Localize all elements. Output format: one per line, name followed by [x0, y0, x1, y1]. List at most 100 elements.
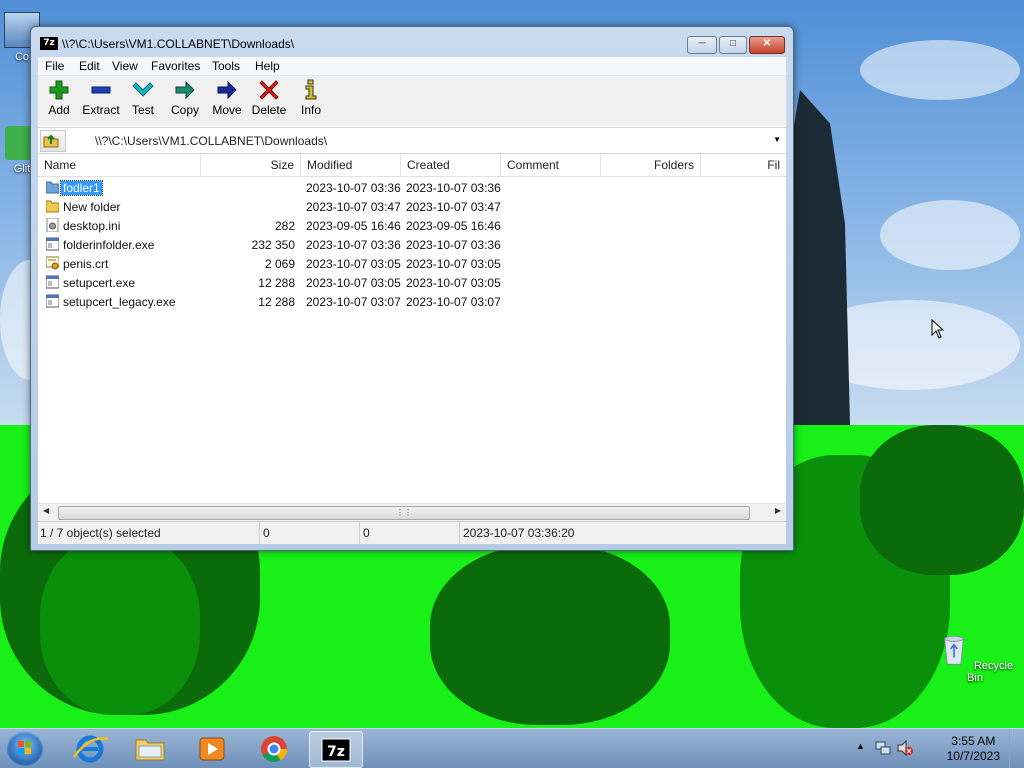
- file-row[interactable]: setupcert_legacy.exe 12 288 2023-10-07 0…: [38, 292, 786, 311]
- window-title: \\?\C:\Users\VM1.COLLABNET\Downloads\: [62, 37, 295, 51]
- 7zip-logo-icon: 7z: [40, 37, 58, 50]
- file-created: 2023-10-07 03:05: [406, 257, 501, 271]
- horizontal-scrollbar[interactable]: ◀ ⋮⋮ ▶: [38, 503, 786, 521]
- show-desktop-button[interactable]: [1009, 729, 1024, 768]
- file-size: 282: [274, 219, 295, 233]
- start-button[interactable]: [6, 731, 44, 767]
- taskbar-7zip[interactable]: 7z: [309, 731, 363, 768]
- file-modified: 2023-10-07 03:07: [306, 295, 401, 309]
- menu-edit[interactable]: Edit: [79, 59, 100, 73]
- status-packed: 0: [360, 522, 460, 544]
- column-files[interactable]: Fil: [701, 154, 786, 176]
- file-name: desktop.ini: [63, 219, 121, 233]
- folder-icon: [46, 200, 59, 213]
- column-modified[interactable]: Modified: [301, 154, 401, 176]
- minimize-button[interactable]: ─: [687, 36, 717, 54]
- toolbar: Add Extract Test Copy Move Delete Info: [38, 76, 786, 126]
- file-list: fodler1 2023-10-07 03:36 2023-10-07 03:3…: [38, 178, 786, 311]
- file-size: 12 288: [258, 276, 295, 290]
- mouse-cursor-icon: [931, 319, 944, 339]
- settings-file-icon: [46, 218, 59, 232]
- plus-icon: [49, 80, 69, 100]
- info-label: Info: [300, 103, 321, 117]
- arrow-right-icon: [175, 80, 195, 100]
- test-label: Test: [131, 103, 154, 117]
- file-row[interactable]: desktop.ini 282 2023-09-05 16:46 2023-09…: [38, 216, 786, 235]
- delete-label: Delete: [251, 103, 287, 117]
- taskbar-media-player[interactable]: [186, 731, 238, 766]
- taskbar-file-explorer[interactable]: [124, 731, 176, 766]
- taskbar-internet-explorer[interactable]: [64, 731, 116, 766]
- network-icon[interactable]: [874, 739, 892, 757]
- file-name: folderinfolder.exe: [63, 238, 155, 252]
- address-bar[interactable]: \\?\C:\Users\VM1.COLLABNET\Downloads\ ▼: [38, 127, 786, 154]
- file-modified: 2023-10-07 03:36: [306, 238, 401, 252]
- file-name: New folder: [63, 200, 121, 214]
- list-header: Name Size Modified Created Comment Folde…: [38, 154, 786, 177]
- add-button[interactable]: Add: [36, 79, 82, 117]
- title-bar[interactable]: 7z \\?\C:\Users\VM1.COLLABNET\Downloads\…: [31, 27, 793, 57]
- column-created[interactable]: Created: [401, 154, 501, 176]
- scroll-thumb[interactable]: ⋮⋮: [58, 506, 750, 520]
- file-created: 2023-10-07 03:47: [406, 200, 501, 214]
- desktop-icon-label: Glit: [13, 163, 31, 175]
- copy-button[interactable]: Copy: [162, 79, 208, 117]
- penguin-shape: [860, 425, 1024, 575]
- file-row[interactable]: New folder 2023-10-07 03:47 2023-10-07 0…: [38, 197, 786, 216]
- info-icon: [305, 79, 317, 100]
- show-hidden-icons-icon[interactable]: ▲: [856, 741, 865, 751]
- file-row[interactable]: fodler1 2023-10-07 03:36 2023-10-07 03:3…: [38, 178, 786, 197]
- file-size: 12 288: [258, 295, 295, 309]
- executable-icon: [46, 294, 59, 308]
- folder-icon: [135, 739, 165, 761]
- info-button[interactable]: Info: [288, 79, 334, 117]
- svg-text:7z: 7z: [327, 744, 345, 760]
- executable-icon: [46, 275, 59, 289]
- scroll-right-icon[interactable]: ▶: [775, 506, 781, 515]
- cloud: [860, 40, 1020, 100]
- column-size[interactable]: Size: [201, 154, 301, 176]
- menu-tools[interactable]: Tools: [212, 59, 240, 73]
- scroll-left-icon[interactable]: ◀: [43, 506, 49, 515]
- file-row[interactable]: folderinfolder.exe 232 350 2023-10-07 03…: [38, 235, 786, 254]
- desktop-icon-label: Co: [14, 51, 30, 63]
- file-size: 232 350: [251, 238, 295, 252]
- up-folder-button[interactable]: [40, 130, 66, 152]
- column-comment[interactable]: Comment: [501, 154, 601, 176]
- status-bar: 1 / 7 object(s) selected 0 0 2023-10-07 …: [38, 521, 786, 544]
- desktop-icon-recycle-bin[interactable]: Recycle Bin: [935, 632, 1015, 684]
- folder-up-icon: [43, 134, 59, 148]
- cloud: [880, 200, 1020, 270]
- menu-view[interactable]: View: [112, 59, 138, 73]
- file-created: 2023-09-05 16:46: [406, 219, 501, 233]
- menu-file[interactable]: File: [45, 59, 64, 73]
- test-button[interactable]: Test: [120, 79, 166, 117]
- clock-date: 10/7/2023: [946, 749, 1000, 763]
- file-name: fodler1: [60, 180, 103, 196]
- maximize-button[interactable]: □: [719, 36, 747, 54]
- file-row[interactable]: penis.crt 2 069 2023-10-07 03:05 2023-10…: [38, 254, 786, 273]
- clock[interactable]: 3:55 AM 10/7/2023: [947, 734, 1000, 764]
- extract-button[interactable]: Extract: [78, 79, 124, 117]
- file-manager-window: 7z \\?\C:\Users\VM1.COLLABNET\Downloads\…: [30, 26, 794, 551]
- status-selection: 1 / 7 object(s) selected: [38, 522, 260, 544]
- file-name: penis.crt: [63, 257, 109, 271]
- clock-time: 3:55 AM: [951, 734, 996, 748]
- menu-help[interactable]: Help: [255, 59, 280, 73]
- volume-muted-icon[interactable]: [896, 739, 914, 757]
- column-name[interactable]: Name: [38, 154, 201, 176]
- menu-favorites[interactable]: Favorites: [151, 59, 200, 73]
- minus-icon: [91, 86, 111, 94]
- desktop-icon-label: Recycle Bin: [967, 660, 1014, 684]
- delete-button[interactable]: Delete: [246, 79, 292, 117]
- move-button[interactable]: Move: [204, 79, 250, 117]
- file-row[interactable]: setupcert.exe 12 288 2023-10-07 03:05 20…: [38, 273, 786, 292]
- address-text: \\?\C:\Users\VM1.COLLABNET\Downloads\: [95, 134, 328, 148]
- folder-icon: [46, 181, 59, 194]
- status-size: 0: [260, 522, 360, 544]
- file-modified: 2023-09-05 16:46: [306, 219, 401, 233]
- column-folders[interactable]: Folders: [601, 154, 701, 176]
- taskbar-chrome[interactable]: [248, 731, 300, 766]
- address-dropdown-icon[interactable]: ▼: [773, 135, 781, 144]
- close-button[interactable]: ✕: [749, 36, 785, 54]
